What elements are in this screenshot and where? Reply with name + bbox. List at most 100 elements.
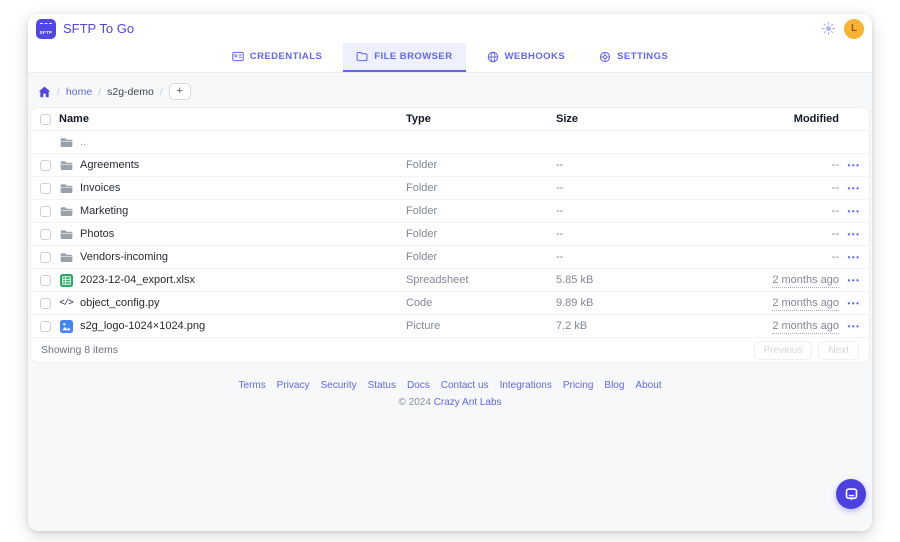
app-window: SFTP SFTP To Go L CREDENTIALS FILE BROWS… [28,14,872,531]
file-modified: -- [831,159,839,171]
footer-link[interactable]: Blog [604,380,624,391]
breadcrumb: / home / s2g-demo / + [38,83,862,100]
copyright: © 2024 Crazy Ant Labs [398,397,502,408]
table-header-row: Name Type Size Modified [31,108,869,130]
table-row[interactable]: Photos Folder -- -- ••• [31,222,869,245]
file-type: Folder [406,159,438,171]
footer-link[interactable]: Terms [238,380,265,391]
chat-widget-button[interactable] [836,479,866,509]
table-row[interactable]: Vendors-incoming Folder -- -- ••• [31,245,869,268]
footer-link[interactable]: Status [368,380,396,391]
row-actions-button[interactable]: ••• [848,161,861,170]
column-header-size: Size [556,113,579,125]
next-page-button[interactable]: Next [818,340,859,360]
file-type: Folder [406,251,438,263]
file-type: Folder [406,205,438,217]
file-name[interactable]: Agreements [80,159,139,171]
file-modified: -- [831,182,839,194]
file-name[interactable]: Vendors-incoming [80,251,168,263]
home-icon[interactable] [38,86,51,98]
row-actions-button[interactable]: ••• [848,207,861,216]
table-row[interactable]: </> object_config.py Code 9.89 kB 2 months a… [31,291,869,314]
gear-icon [600,51,611,62]
file-modified: 2 months ago [772,274,839,288]
table-row[interactable]: .. [31,130,869,153]
file-name[interactable]: 2023-12-04_export.xlsx [80,274,195,286]
select-all-checkbox[interactable] [39,113,51,125]
row-actions-button[interactable]: ••• [848,276,861,285]
file-table: Name Type Size Modified .. Agreements Fold… [30,107,870,363]
folder-icon [59,160,73,171]
breadcrumb-home-link[interactable]: home [66,86,92,98]
folder-icon [59,206,73,217]
add-item-button[interactable]: + [168,83,191,100]
folder-icon [59,229,73,240]
file-size: 5.85 kB [556,274,594,286]
user-avatar[interactable]: L [844,18,864,39]
row-checkbox[interactable] [39,182,51,194]
tab-credentials[interactable]: CREDENTIALS [219,43,336,72]
row-actions-button[interactable]: ••• [848,253,861,262]
file-name[interactable]: Marketing [80,205,128,217]
table-row[interactable]: Invoices Folder -- -- ••• [31,176,869,199]
previous-page-button[interactable]: Previous [753,340,813,360]
file-size: 7.2 kB [556,320,588,332]
footer-links: Terms Privacy Security Status Docs Contact us… [30,380,870,391]
footer-link[interactable]: Privacy [277,380,310,391]
file-modified: 2 months ago [772,320,839,334]
tab-settings[interactable]: SETTINGS [586,43,681,72]
tab-label: CREDENTIALS [249,51,323,62]
file-size: -- [556,159,564,171]
tab-file-browser[interactable]: FILE BROWSER [343,43,466,72]
row-checkbox[interactable] [39,251,51,263]
row-checkbox[interactable] [39,205,51,217]
row-checkbox[interactable] [39,228,51,240]
row-checkbox[interactable] [39,320,51,332]
footer-link[interactable]: Pricing [563,380,594,391]
footer-link[interactable]: Contact us [441,380,489,391]
file-name[interactable]: s2g_logo-1024×1024.png [80,320,205,332]
table-row[interactable]: Marketing Folder -- -- ••• [31,199,869,222]
footer-link[interactable]: Security [320,380,356,391]
footer-link[interactable]: Integrations [500,380,552,391]
file-size: -- [556,251,564,263]
app-logo-text: SFTP [39,29,53,35]
file-name[interactable]: .. [80,136,86,148]
row-checkbox[interactable] [39,297,51,309]
file-name[interactable]: Photos [80,228,114,240]
tab-webhooks[interactable]: WEBHOOKS [474,43,579,72]
file-modified: -- [831,228,839,240]
row-checkbox[interactable] [39,159,51,171]
row-actions-button[interactable]: ••• [848,184,861,193]
row-actions-button[interactable]: ••• [848,230,861,239]
chat-icon [845,487,857,500]
file-name[interactable]: object_config.py [80,297,160,309]
file-modified: 2 months ago [772,297,839,311]
tab-label: FILE BROWSER [374,51,453,62]
row-actions-button[interactable]: ••• [848,322,861,331]
table-row[interactable]: s2g_logo-1024×1024.png Picture 7.2 kB 2 mon… [31,314,869,337]
footer-link[interactable]: Docs [407,380,430,391]
file-size: -- [556,182,564,194]
file-modified: -- [831,205,839,217]
app-logo: SFTP [36,18,56,39]
file-type: Picture [406,320,441,332]
file-size: -- [556,205,564,217]
spreadsheet-icon [59,273,73,287]
table-row[interactable]: Agreements Folder -- -- ••• [31,153,869,176]
table-footer: Showing 8 items Previous Next [31,337,869,362]
tab-label: SETTINGS [617,51,669,62]
footer-link[interactable]: About [635,380,661,391]
file-name[interactable]: Invoices [80,182,120,194]
folder-icon [356,52,368,62]
folder-icon [59,252,73,263]
code-icon: </> [59,298,73,308]
row-actions-button[interactable]: ••• [848,299,861,308]
file-type: Spreadsheet [406,274,469,286]
row-checkbox[interactable] [39,274,51,286]
table-row[interactable]: 2023-12-04_export.xlsx Spreadsheet 5.85 kB… [31,268,869,291]
theme-toggle-button[interactable] [820,21,836,37]
brand-link[interactable]: Crazy Ant Labs [434,397,502,408]
id-card-icon [231,51,244,62]
picture-icon [59,319,73,333]
